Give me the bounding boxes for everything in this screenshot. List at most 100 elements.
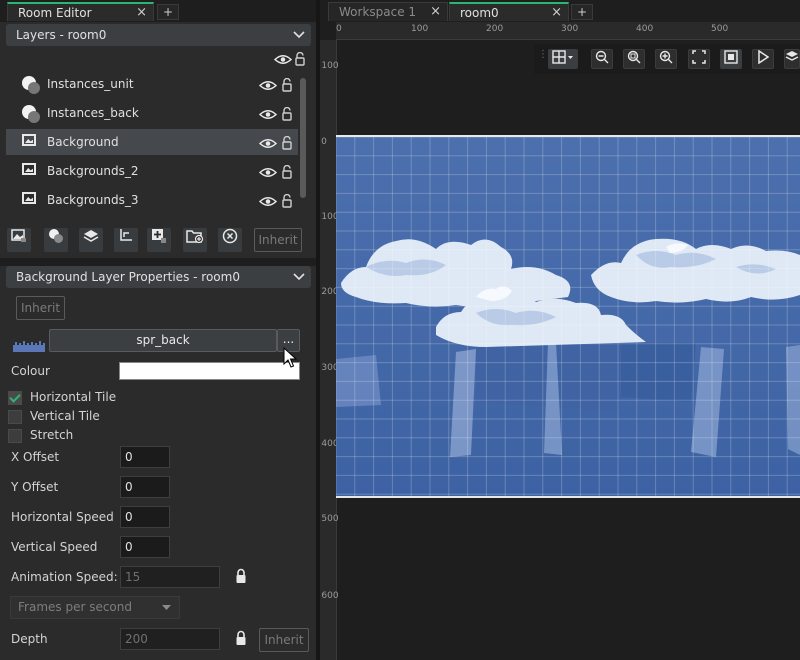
zoom-reset-button[interactable] — [623, 49, 645, 69]
dropdown-arrow-icon — [162, 597, 171, 618]
scrollbar-thumb[interactable] — [300, 78, 306, 198]
room-editor-panel: Room Editor × + Layers - room0 Instances… — [0, 0, 316, 660]
eye-icon[interactable] — [274, 54, 292, 65]
add-tab-button[interactable]: + — [157, 4, 179, 20]
tab-room-editor[interactable]: Room Editor × — [7, 2, 154, 21]
lock-icon[interactable] — [235, 630, 247, 646]
left-tab-bar: Room Editor × + — [0, 0, 316, 22]
eye-icon[interactable] — [259, 167, 277, 178]
ruler-label: 400 — [636, 24, 654, 34]
layer-label: Instances_back — [47, 106, 139, 120]
eye-icon[interactable] — [259, 109, 277, 120]
ruler-label: 500 — [321, 514, 339, 524]
eye-icon[interactable] — [259, 80, 277, 91]
layer-background[interactable]: Background — [6, 129, 298, 155]
vertical-tile-checkbox[interactable] — [8, 410, 22, 424]
animation-speed-label: Animation Speed: — [11, 570, 118, 584]
layer-list-scrollbar[interactable] — [298, 72, 308, 222]
background-layer-icon — [22, 134, 36, 146]
close-icon[interactable]: × — [136, 4, 147, 22]
ruler-label: 600 — [321, 591, 339, 601]
panel-divider[interactable] — [0, 258, 316, 266]
ruler-label: 0 — [321, 137, 327, 147]
instance-layer-icon — [22, 76, 40, 94]
lock-icon[interactable] — [295, 52, 305, 66]
add-asset-layer-button[interactable] — [147, 228, 171, 252]
eye-icon[interactable] — [259, 196, 277, 207]
tab-room0[interactable]: room0 × — [449, 2, 569, 21]
vertical-speed-label: Vertical Speed — [11, 540, 98, 554]
layer-backgrounds-3[interactable]: Backgrounds_3 — [6, 187, 298, 213]
layers-view-button[interactable] — [784, 49, 800, 69]
animation-unit-dropdown[interactable]: Frames per second — [10, 596, 180, 619]
layer-backgrounds-2[interactable]: Backgrounds_2 — [6, 158, 298, 184]
layer-instances-back[interactable]: Instances_back — [6, 100, 298, 126]
delete-layer-button[interactable] — [218, 228, 242, 252]
zoom-in-button[interactable] — [655, 49, 677, 69]
lock-icon[interactable] — [282, 165, 292, 179]
room-toolbar: ⋮ — [534, 44, 800, 74]
stretch-label: Stretch — [30, 428, 74, 442]
inherit-properties-button[interactable]: Inherit — [16, 296, 65, 320]
sprite-icon — [13, 341, 45, 352]
vertical-speed-input[interactable]: 0 — [120, 536, 170, 558]
fit-view-button[interactable] — [688, 49, 710, 69]
properties-panel-header[interactable]: Background Layer Properties - room0 — [6, 266, 311, 288]
horizontal-ruler: 0 100 200 300 400 500 — [336, 22, 800, 40]
add-folder-button[interactable] — [183, 228, 207, 252]
play-button[interactable] — [752, 49, 774, 69]
stretch-checkbox[interactable] — [8, 429, 22, 443]
colour-swatch[interactable] — [119, 362, 300, 380]
layers-panel-title: Layers - room0 — [16, 28, 107, 42]
lock-icon[interactable] — [235, 568, 247, 584]
add-tile-layer-button[interactable] — [79, 228, 103, 252]
tab-room-editor-label: Room Editor — [18, 6, 92, 20]
zoom-out-button[interactable] — [591, 49, 613, 69]
tab-workspace-1[interactable]: Workspace 1 × — [328, 2, 448, 21]
horizontal-speed-input[interactable]: 0 — [120, 506, 170, 528]
properties-panel-title: Background Layer Properties - room0 — [16, 270, 240, 284]
layers-panel-header[interactable]: Layers - room0 — [6, 24, 311, 46]
ruler-label: 100 — [411, 24, 429, 34]
frame-view-button[interactable] — [720, 49, 742, 69]
add-path-layer-button[interactable] — [114, 228, 138, 252]
layer-label: Backgrounds_2 — [47, 164, 139, 178]
layer-label: Instances_unit — [47, 77, 134, 91]
close-icon[interactable]: × — [551, 4, 562, 22]
instance-layer-icon — [22, 105, 40, 123]
x-offset-input[interactable]: 0 — [120, 446, 170, 468]
background-layer-icon — [22, 192, 36, 204]
ruler-label: 200 — [486, 24, 504, 34]
animation-speed-input[interactable]: 15 — [120, 566, 220, 588]
add-tab-button[interactable]: + — [571, 4, 593, 20]
x-offset-label: X Offset — [11, 450, 60, 464]
close-icon[interactable]: × — [430, 3, 441, 21]
ruler-label: 500 — [711, 24, 729, 34]
add-background-layer-button[interactable] — [7, 228, 31, 252]
room-canvas[interactable] — [336, 135, 800, 498]
horizontal-tile-checkbox[interactable] — [8, 391, 22, 405]
animation-unit-value: Frames per second — [18, 600, 132, 614]
lock-icon[interactable] — [282, 136, 292, 150]
lock-icon[interactable] — [282, 107, 292, 121]
layer-instances-unit[interactable]: Instances_unit — [6, 71, 298, 97]
mouse-cursor-icon — [283, 347, 297, 368]
tab-workspace-label: Workspace 1 — [339, 5, 417, 19]
sprite-select-button[interactable]: spr_back — [49, 329, 277, 352]
ruler-label: 300 — [561, 24, 579, 34]
colour-label: Colour — [11, 364, 50, 378]
add-instance-layer-button[interactable] — [44, 228, 68, 252]
lock-icon[interactable] — [282, 78, 292, 92]
grid-toggle-button[interactable] — [548, 49, 578, 69]
grip-icon[interactable]: ⋮ — [538, 50, 548, 60]
chevron-down-icon[interactable] — [293, 266, 305, 288]
eye-icon[interactable] — [259, 138, 277, 149]
y-offset-input[interactable]: 0 — [120, 476, 170, 498]
depth-inherit-button[interactable]: Inherit — [259, 628, 309, 652]
inherit-layer-button[interactable]: Inherit — [254, 228, 302, 252]
depth-input[interactable]: 200 — [120, 628, 220, 650]
chevron-down-icon[interactable] — [293, 24, 305, 46]
layer-label: Backgrounds_3 — [47, 193, 139, 207]
layer-label: Background — [47, 135, 119, 149]
lock-icon[interactable] — [282, 194, 292, 208]
